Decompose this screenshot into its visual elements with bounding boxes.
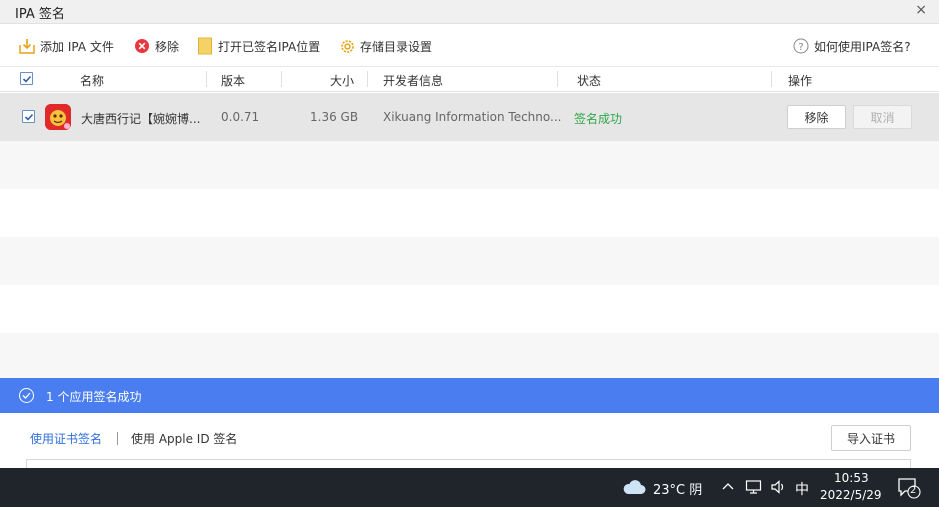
chevron-up-icon[interactable] (721, 480, 735, 494)
open-signed-label: 打开已签名IPA位置 (218, 39, 321, 54)
check-circle-icon (19, 388, 34, 403)
tab-apple-id-sign[interactable]: 使用 Apple ID 签名 (131, 430, 237, 447)
header-divider (281, 71, 282, 87)
app-name: 大唐西行记【婉婉博... (81, 112, 201, 126)
svg-text:?: ? (798, 42, 803, 53)
select-all-checkbox[interactable] (20, 72, 33, 85)
header-divider (367, 71, 368, 87)
add-ipa-button[interactable]: 添加 IPA 文件 (18, 36, 114, 56)
empty-row (0, 333, 939, 378)
open-signed-button[interactable]: 打开已签名IPA位置 (196, 36, 320, 56)
header-version: 版本 (221, 74, 246, 88)
table-row[interactable]: 大唐西行记【婉婉博... 0.0.71 1.36 GB Xikuang Info… (0, 93, 939, 141)
status-bar: 1 个应用签名成功 (0, 378, 939, 413)
help-link[interactable]: ? 如何使用IPA签名? (792, 36, 911, 56)
network-icon[interactable] (745, 479, 762, 495)
ime-indicator[interactable]: 中 (795, 479, 809, 499)
remove-toolbar-button[interactable]: 移除 (133, 36, 179, 56)
add-file-icon (18, 37, 36, 55)
status-badge: 签名成功 (574, 112, 623, 126)
header-size: 大小 (330, 74, 355, 88)
toolbar: 添加 IPA 文件 移除 打开已签名IPA位置 存储目录设置 ? 如何使用IPA… (0, 24, 939, 67)
title-bar: IPA 签名 × (0, 0, 939, 24)
table-header: 名称 版本 大小 开发者信息 状态 操作 (0, 67, 939, 92)
header-action: 操作 (788, 74, 813, 88)
header-divider (771, 71, 772, 87)
empty-row (0, 285, 939, 333)
clock-date[interactable]: 2022/5/29 (820, 488, 882, 502)
row-checkbox[interactable] (22, 110, 35, 123)
remove-label: 移除 (155, 39, 180, 54)
close-icon[interactable]: × (915, 2, 927, 18)
signing-panel: 使用证书签名 使用 Apple ID 签名 导入证书 (0, 413, 939, 468)
add-ipa-label: 添加 IPA 文件 (40, 39, 114, 54)
header-divider (557, 71, 558, 87)
question-icon: ? (792, 37, 810, 55)
storage-settings-button[interactable]: 存储目录设置 (338, 36, 432, 56)
empty-row (0, 141, 939, 189)
header-developer: 开发者信息 (383, 74, 444, 88)
row-remove-button[interactable]: 移除 (787, 105, 846, 129)
notification-icon[interactable] (897, 477, 921, 499)
app-developer: Xikuang Information Techno... (383, 110, 561, 124)
tab-divider (117, 432, 118, 445)
tab-cert-sign[interactable]: 使用证书签名 (30, 430, 102, 447)
app-version: 0.0.71 (221, 110, 260, 124)
header-status: 状态 (577, 74, 602, 88)
remove-icon (133, 37, 151, 55)
window-title: IPA 签名 (15, 7, 65, 22)
notification-count: 2 (910, 485, 917, 496)
app-size: 1.36 GB (310, 110, 359, 124)
header-name: 名称 (80, 74, 105, 88)
taskbar: 23°C 阴 中 10:53 2022/5/29 2 (0, 468, 939, 507)
empty-row (0, 237, 939, 285)
cloud-icon (622, 479, 646, 495)
status-text: 1 个应用签名成功 (46, 390, 142, 404)
help-label: 如何使用IPA签名? (814, 39, 911, 54)
folder-icon (196, 37, 214, 55)
storage-settings-label: 存储目录设置 (360, 39, 433, 54)
gear-icon (338, 37, 356, 55)
cert-table (26, 459, 911, 468)
header-divider (206, 71, 207, 87)
weather-text[interactable]: 23°C 阴 (653, 479, 702, 498)
clock-time[interactable]: 10:53 (834, 471, 869, 485)
empty-row (0, 189, 939, 237)
volume-icon[interactable] (770, 479, 787, 495)
row-cancel-button[interactable]: 取消 (853, 105, 912, 129)
app-icon (45, 104, 71, 130)
import-cert-button[interactable]: 导入证书 (831, 425, 911, 451)
